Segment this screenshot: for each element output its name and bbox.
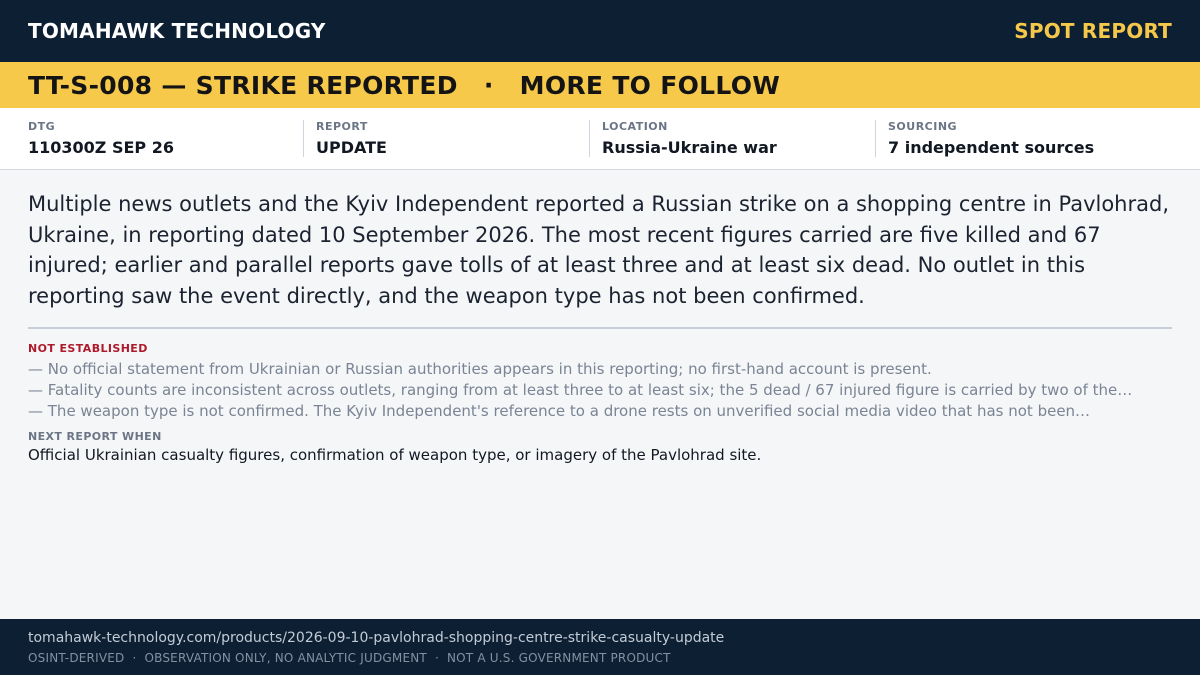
report-kind: SPOT REPORT [1014, 19, 1172, 43]
list-item: — No official statement from Ukrainian o… [28, 360, 932, 378]
meta-value: Russia-Ukraine war [602, 138, 777, 157]
meta-value: UPDATE [316, 138, 387, 157]
next-report-heading: NEXT REPORT WHEN [28, 430, 162, 443]
meta-value: 110300Z SEP 26 [28, 138, 174, 157]
meta-sourcing: SOURCING 7 independent sources [860, 108, 1146, 169]
not-established-list: — No official statement from Ukrainian o… [28, 359, 1172, 422]
footer-separator: · [434, 651, 439, 665]
list-item: — Fatality counts are inconsistent acros… [28, 381, 1133, 399]
footer-separator: · [132, 651, 137, 665]
report-id-status: TT-S-008 — STRIKE REPORTED [28, 70, 458, 100]
not-established-heading: NOT ESTABLISHED [28, 342, 148, 355]
meta-label: REPORT [316, 120, 368, 133]
meta-value: 7 independent sources [888, 138, 1095, 157]
follow-status: MORE TO FOLLOW [519, 70, 781, 100]
brand-name: TOMAHAWK TECHNOLOGY [28, 19, 326, 43]
disclaimer-not-gov: NOT A U.S. GOVERNMENT PRODUCT [446, 651, 671, 665]
meta-label: DTG [28, 120, 56, 133]
status-banner: TT-S-008 — STRIKE REPORTED · MORE TO FOL… [0, 62, 1200, 108]
meta-report: REPORT UPDATE [288, 108, 574, 169]
banner-separator: · [483, 70, 494, 100]
meta-label: LOCATION [602, 120, 668, 133]
meta-location: LOCATION Russia-Ukraine war [574, 108, 860, 169]
section-divider [28, 327, 1172, 329]
metadata-strip: DTG 110300Z SEP 26 REPORT UPDATE LOCATIO… [0, 108, 1200, 170]
disclaimer-observation: OBSERVATION ONLY, NO ANALYTIC JUDGMENT [144, 651, 427, 665]
footer: tomahawk-technology.com/products/2026-09… [0, 619, 1200, 675]
top-bar: TOMAHAWK TECHNOLOGY SPOT REPORT [0, 0, 1200, 62]
report-summary: Multiple news outlets and the Kyiv Indep… [28, 192, 1170, 308]
meta-label: SOURCING [888, 120, 958, 133]
footer-url-link[interactable]: tomahawk-technology.com/products/2026-09… [28, 630, 1172, 646]
meta-dtg: DTG 110300Z SEP 26 [0, 108, 288, 169]
list-item: — The weapon type is not confirmed. The … [28, 402, 1091, 420]
next-report-text: Official Ukrainian casualty figures, con… [28, 446, 762, 464]
disclaimer-osint: OSINT-DERIVED [28, 651, 125, 665]
footer-disclaimers: OSINT-DERIVED · OBSERVATION ONLY, NO ANALY… [28, 651, 1172, 665]
